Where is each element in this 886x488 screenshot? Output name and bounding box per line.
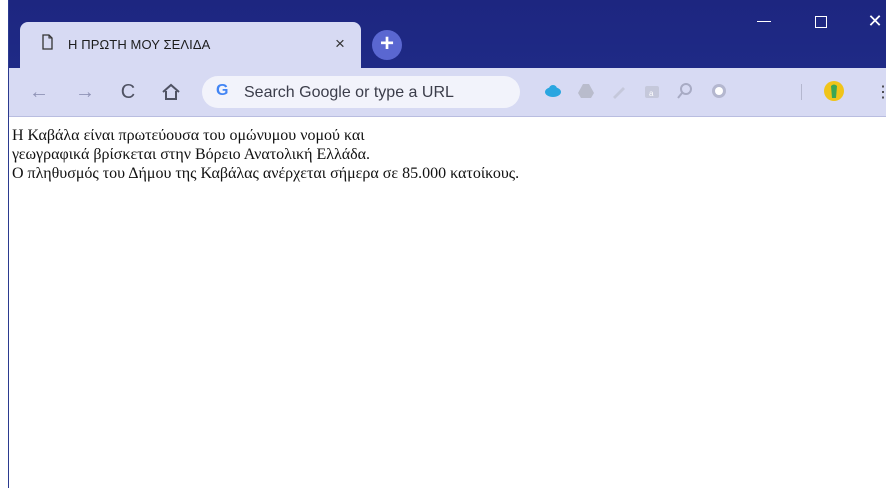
home-icon [162, 83, 180, 100]
circle-icon[interactable] [710, 82, 728, 100]
svg-text:a: a [649, 89, 654, 98]
text-line: Ο πληθυσμός του Δήμου της Καβάλας ανέρχε… [12, 165, 520, 182]
toolbar: ← → C G a [9, 68, 886, 117]
tab-title: Η ΠΡΩΤΗ ΜΟΥ ΣΕΛΙΔΑ [68, 37, 211, 52]
drive-icon[interactable] [577, 82, 595, 100]
back-button[interactable]: ← [27, 80, 51, 104]
google-icon: G [216, 82, 229, 99]
text-line: Η Καβάλα είναι πρωτεύουσα του ομώνυμου ν… [12, 127, 365, 144]
browser-window: Η ΠΡΩΤΗ ΜΟΥ ΣΕΛΙΔΑ × + ✕ ← → C G Search … [9, 0, 886, 488]
minimize-button[interactable] [749, 6, 779, 36]
paragraph: Η Καβάλα είναι πρωτεύουσα του ομώνυμου ν… [12, 126, 519, 183]
new-tab-button[interactable]: + [372, 30, 402, 60]
maximize-button[interactable] [806, 6, 836, 36]
close-tab-icon[interactable]: × [328, 32, 352, 56]
maximize-icon [815, 16, 827, 28]
magnifier-icon[interactable] [676, 82, 694, 100]
profile-icon[interactable] [823, 80, 845, 102]
home-button[interactable] [159, 80, 183, 104]
title-bar: Η ΠΡΩΤΗ ΜΟΥ ΣΕΛΙΔΑ × + ✕ [9, 0, 886, 68]
text-line: γεωγραφικά βρίσκεται στην Βόρειο Ανατολι… [12, 146, 371, 163]
pen-icon[interactable] [610, 82, 628, 100]
reload-button[interactable]: C [116, 80, 140, 104]
minimize-icon [757, 21, 771, 22]
shopping-icon[interactable]: a [643, 82, 661, 100]
omnibox[interactable]: G [202, 76, 520, 108]
page-content: Η Καβάλα είναι πρωτεύουσα του ομώνυμου ν… [9, 117, 886, 488]
toolbar-separator [801, 84, 802, 100]
page-icon [42, 34, 53, 50]
close-window-button[interactable]: ✕ [860, 6, 886, 36]
tab-active[interactable]: Η ΠΡΩΤΗ ΜΟΥ ΣΕΛΙΔΑ × [20, 22, 361, 68]
search-input[interactable] [242, 80, 516, 106]
forward-button[interactable]: → [73, 80, 97, 104]
menu-icon[interactable]: ⋮ [875, 82, 886, 102]
cloud-icon[interactable] [544, 82, 562, 100]
